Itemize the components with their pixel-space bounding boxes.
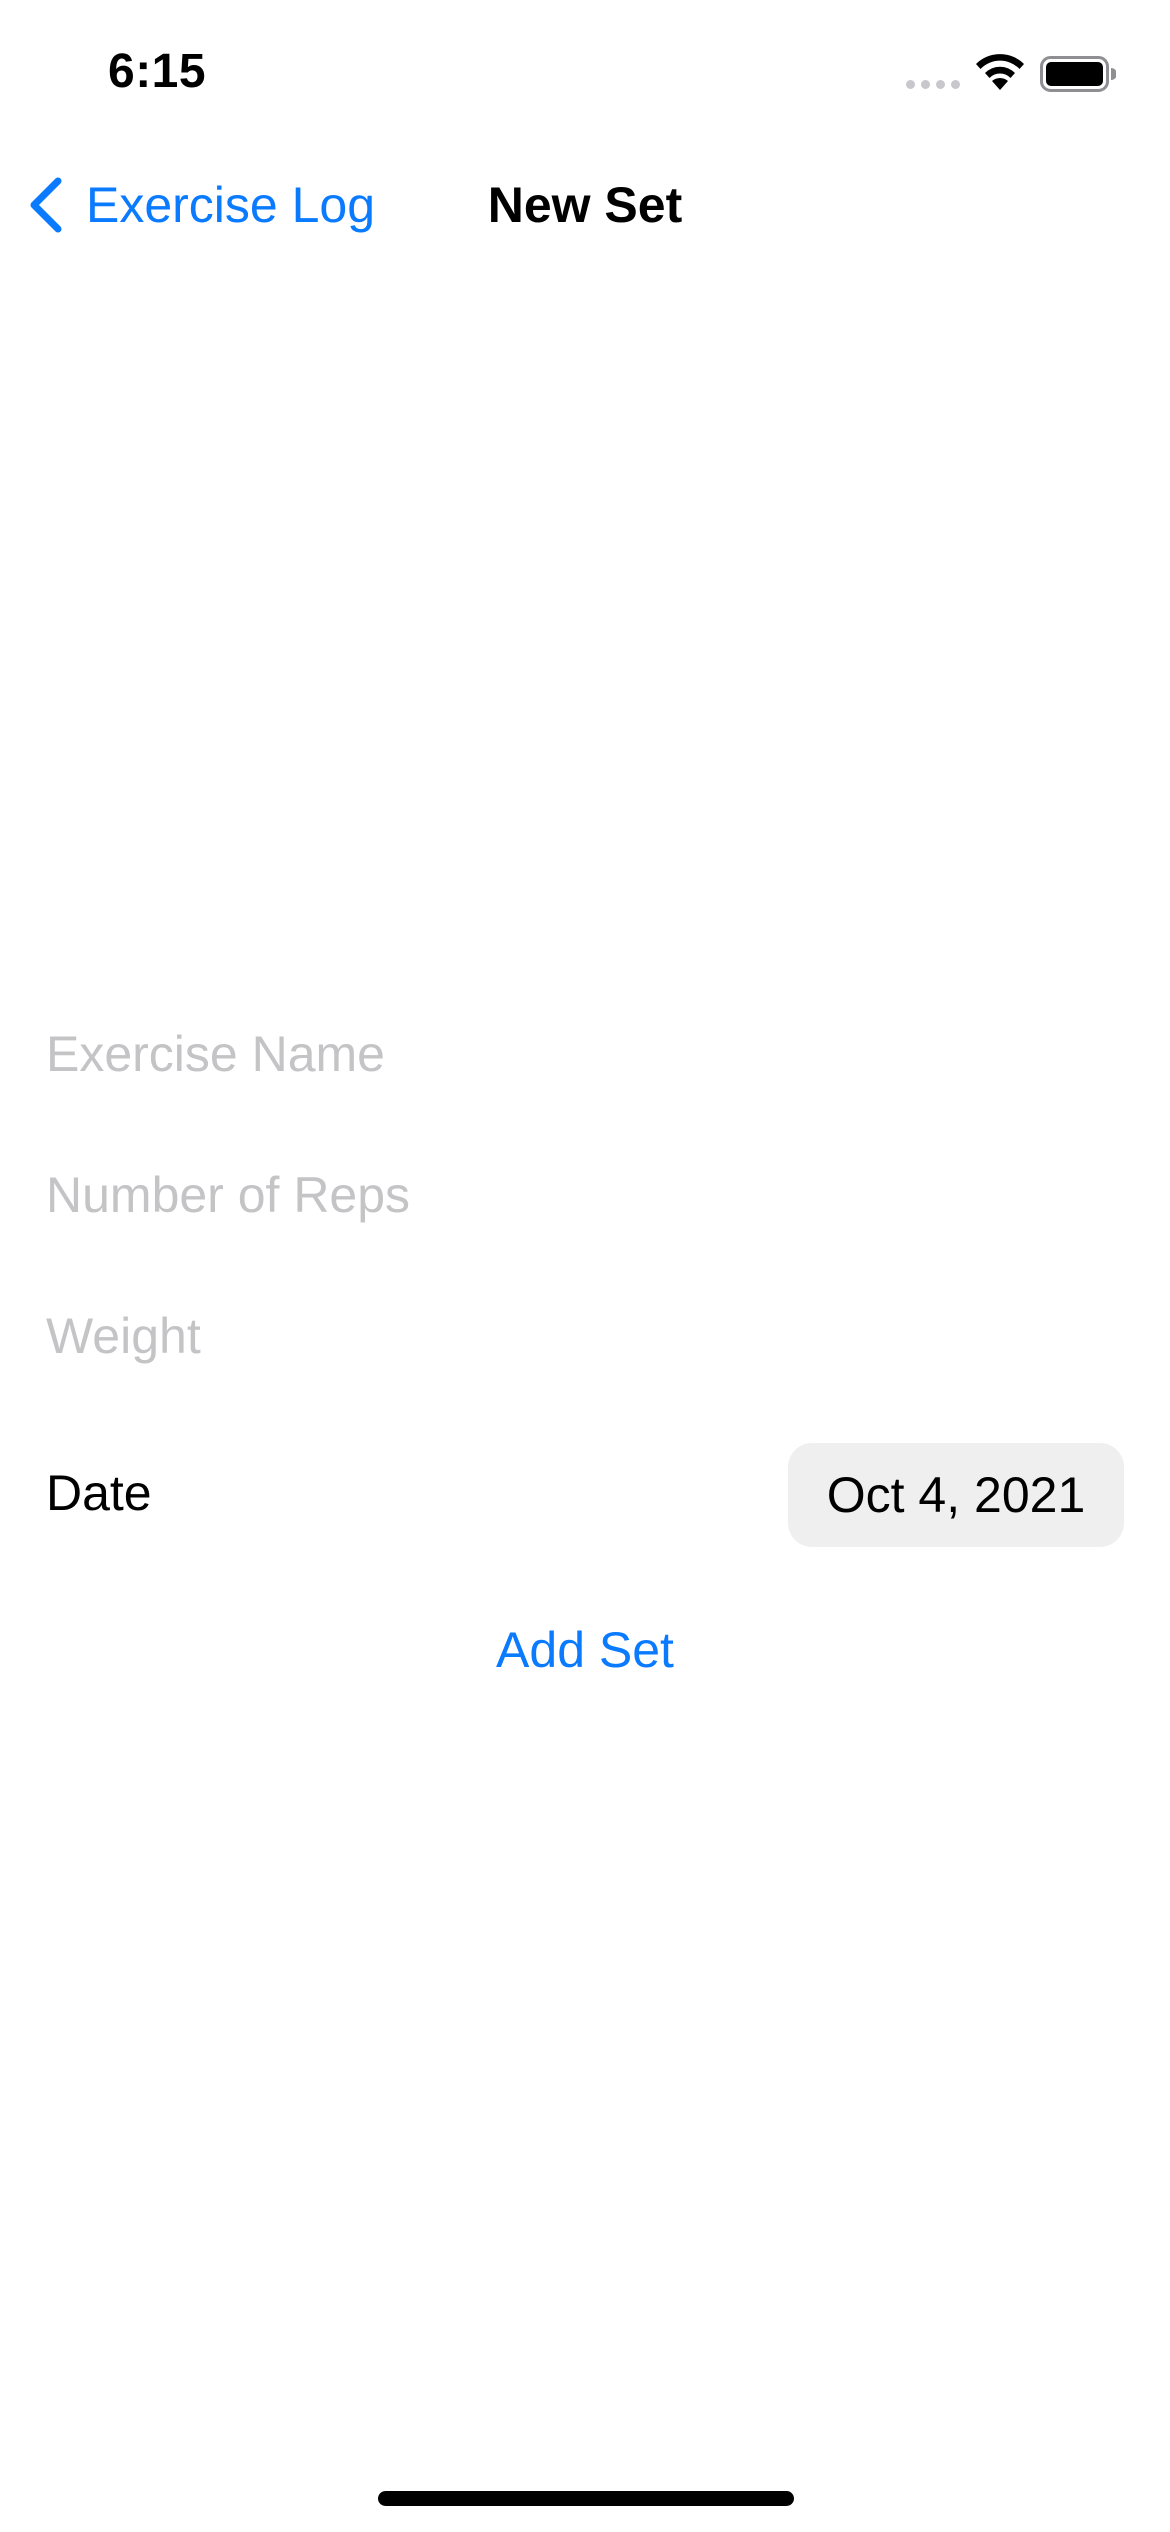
- weight-input[interactable]: [46, 1296, 1126, 1376]
- date-label: Date: [46, 1465, 152, 1521]
- cellular-signal-icon: [906, 80, 960, 89]
- page-title: New Set: [487, 177, 683, 233]
- exercise-name-input[interactable]: [46, 1014, 1126, 1094]
- battery-icon: [1040, 56, 1116, 92]
- status-bar: 6:15: [0, 0, 1170, 150]
- add-set-button[interactable]: Add Set: [0, 1625, 1170, 1675]
- home-indicator[interactable]: [378, 2491, 794, 2506]
- wifi-icon: [976, 54, 1024, 90]
- date-picker-button[interactable]: Oct 4, 2021: [788, 1443, 1124, 1547]
- number-of-reps-input[interactable]: [46, 1155, 1126, 1235]
- status-time: 6:15: [108, 45, 207, 98]
